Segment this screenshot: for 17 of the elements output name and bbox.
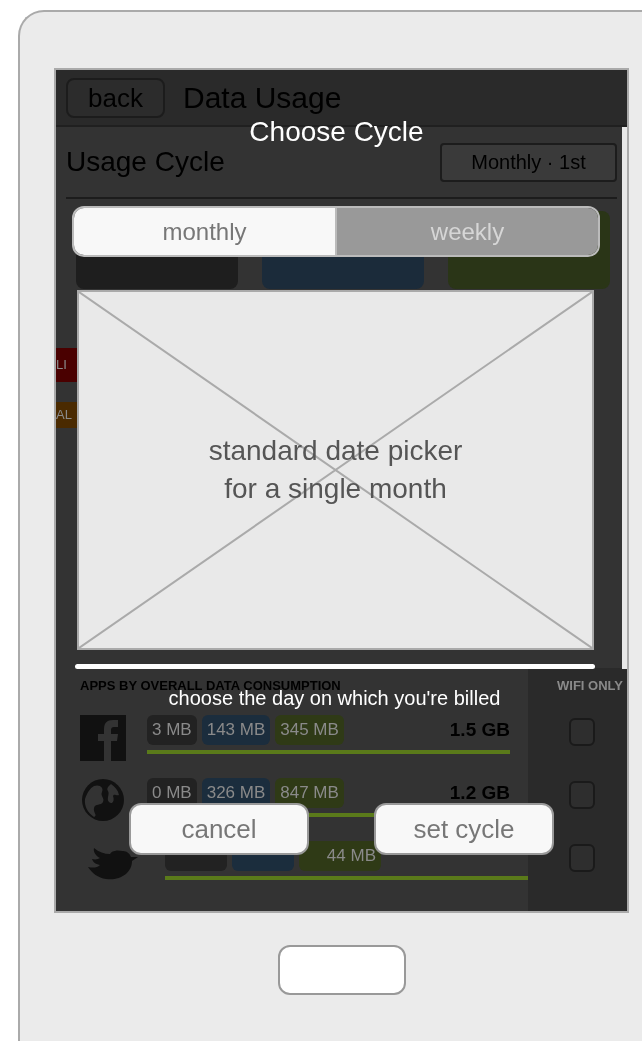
f-logo-icon	[80, 715, 126, 761]
bird-icon	[86, 847, 138, 881]
placeholder-text: standard date picker for a single month	[208, 434, 463, 506]
usage-pill: 44 MB	[299, 841, 381, 871]
cycle-tab[interactable]: monthly	[74, 208, 335, 255]
dialog-title: Choose Cycle	[249, 118, 424, 146]
set-cycle-button[interactable]: set cycle	[374, 803, 554, 855]
wifi-only-heading: WIFI ONLY	[557, 679, 624, 692]
cancel-button[interactable]: cancel	[129, 803, 309, 855]
usage-pill: 345 MB	[275, 715, 344, 745]
globe-icon	[81, 778, 125, 822]
usage-pill: 3 MB	[147, 715, 197, 745]
home-button[interactable]	[278, 945, 406, 995]
usage-pill: 847 MB	[275, 778, 344, 808]
limit-badge: AL	[56, 402, 77, 428]
limit-badge: LI	[56, 348, 77, 382]
usage-pill: 143 MB	[201, 715, 271, 745]
